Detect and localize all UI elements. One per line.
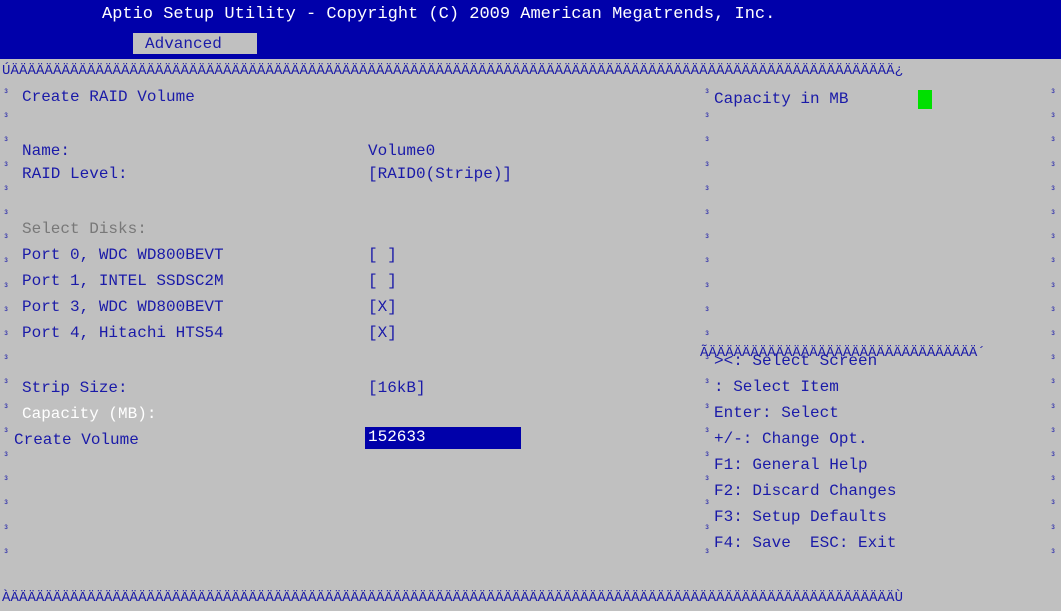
border-marker: ³ [3,404,10,415]
strip-size-value[interactable]: [16kB] [368,379,426,397]
disk-label: Port 1, INTEL SSDSC2M [22,272,224,290]
border-marker: ³ [3,500,10,511]
strip-size-label: Strip Size: [22,379,128,397]
border-marker: ³ [704,137,711,148]
border-marker: ³ [1050,113,1057,124]
border-marker: ³ [1050,186,1057,197]
border-marker: ³ [3,89,10,100]
border-marker: ³ [3,307,10,318]
help-title: Capacity in MB [714,90,849,108]
frame-bottom-border: ÀÄÄÄÄÄÄÄÄÄÄÄÄÄÄÄÄÄÄÄÄÄÄÄÄÄÄÄÄÄÄÄÄÄÄÄÄÄÄÄ… [2,590,904,606]
help-key-f3: F3: Setup Defaults [714,508,887,526]
title-bar-bottom-strip [0,54,1061,59]
border-marker: ³ [704,89,711,100]
border-marker: ³ [704,113,711,124]
border-marker: ³ [1050,234,1057,245]
border-marker: ³ [3,113,10,124]
border-marker: ³ [704,476,711,487]
border-marker: ³ [704,428,711,439]
border-marker: ³ [1050,428,1057,439]
border-marker: ³ [3,210,10,221]
border-marker: ³ [704,404,711,415]
border-marker: ³ [3,379,10,390]
border-marker: ³ [704,162,711,173]
border-marker: ³ [1050,283,1057,294]
help-key-change-opt: +/-: Change Opt. [714,430,868,448]
disk-label: Port 3, WDC WD800BEVT [22,298,224,316]
border-marker: ³ [1050,258,1057,269]
name-label: Name: [22,142,71,160]
border-marker: ³ [1050,549,1057,560]
frame-top-border: ÚÄÄÄÄÄÄÄÄÄÄÄÄÄÄÄÄÄÄÄÄÄÄÄÄÄÄÄÄÄÄÄÄÄÄÄÄÄÄÄ… [2,63,904,79]
border-marker: ³ [1050,500,1057,511]
border-marker: ³ [1050,162,1057,173]
border-marker: ³ [704,331,711,342]
border-marker: ³ [1050,476,1057,487]
text-cursor [918,90,932,109]
border-marker: ³ [3,283,10,294]
border-marker: ³ [704,500,711,511]
border-marker: ³ [3,355,10,366]
border-marker: ³ [704,525,711,536]
help-key-f4-esc: F4: Save ESC: Exit [714,534,897,552]
border-marker: ³ [3,476,10,487]
raid-level-value[interactable]: [RAID0(Stripe)] [368,165,512,183]
select-disks-label: Select Disks: [22,220,147,238]
tab-advanced-label: Advanced [145,35,222,53]
border-marker: ³ [704,307,711,318]
disk-checkbox[interactable]: [X] [368,324,397,342]
border-marker: ³ [704,379,711,390]
border-marker: ³ [3,137,10,148]
border-marker: ³ [1050,452,1057,463]
disk-checkbox[interactable]: [ ] [368,272,397,290]
border-marker: ³ [1050,355,1057,366]
border-marker: ³ [1050,331,1057,342]
border-marker: ³ [1050,379,1057,390]
app-title: Aptio Setup Utility - Copyright (C) 2009… [102,5,776,24]
border-marker: ³ [3,186,10,197]
border-marker: ³ [1050,210,1057,221]
border-marker: ³ [704,452,711,463]
border-marker: ³ [3,428,10,439]
border-marker: ³ [704,210,711,221]
border-marker: ³ [1050,525,1057,536]
border-marker: ³ [3,234,10,245]
border-marker: ³ [704,355,711,366]
help-key-select-screen: ><: Select Screen [714,352,878,370]
border-marker: ³ [704,234,711,245]
help-key-enter: Enter: Select [714,404,839,422]
border-marker: ³ [1050,307,1057,318]
border-marker: ³ [704,186,711,197]
border-marker: ³ [3,162,10,173]
border-marker: ³ [704,283,711,294]
help-key-f1: F1: General Help [714,456,868,474]
border-marker: ³ [3,258,10,269]
create-volume-button[interactable]: Create Volume [14,431,139,449]
disk-checkbox[interactable]: [X] [368,298,397,316]
name-value[interactable]: Volume0 [368,142,435,160]
border-marker: ³ [3,549,10,560]
capacity-label: Capacity (MB): [22,405,157,423]
border-marker: ³ [1050,137,1057,148]
border-marker: ³ [3,525,10,536]
raid-level-label: RAID Level: [22,165,128,183]
disk-checkbox[interactable]: [ ] [368,246,397,264]
border-marker: ³ [1050,89,1057,100]
border-marker: ³ [1050,404,1057,415]
disk-label: Port 0, WDC WD800BEVT [22,246,224,264]
page-heading: Create RAID Volume [22,88,195,106]
help-key-f2: F2: Discard Changes [714,482,897,500]
border-marker: ³ [3,452,10,463]
disk-label: Port 4, Hitachi HTS54 [22,324,224,342]
border-marker: ³ [704,258,711,269]
border-marker: ³ [704,549,711,560]
help-key-select-item: : Select Item [714,378,839,396]
border-marker: ³ [3,331,10,342]
capacity-value: 152633 [368,428,426,446]
